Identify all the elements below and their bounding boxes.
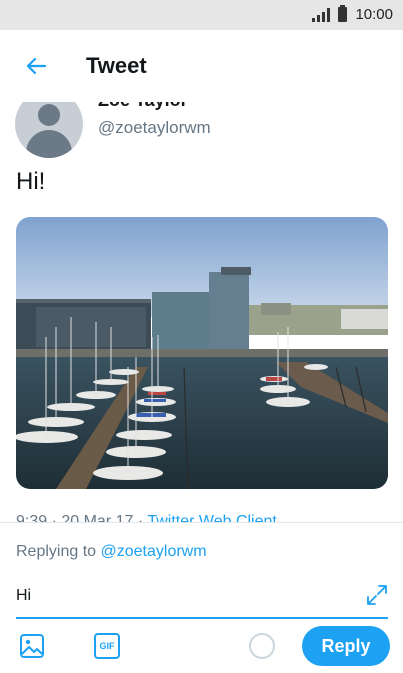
arrow-left-icon <box>26 57 47 75</box>
add-image-button[interactable] <box>19 633 45 659</box>
author-name[interactable]: Zoe Taylor <box>98 102 188 111</box>
reply-input[interactable] <box>16 577 356 615</box>
tweet-client-link[interactable]: Twitter Web Client <box>147 513 277 522</box>
back-button[interactable] <box>16 46 56 86</box>
tweet-text: Hi! <box>16 168 46 195</box>
author-handle[interactable]: @zoetaylorwm <box>98 118 211 138</box>
tweet-meta: 9:39 · 20 Mar 17 · Twitter Web Client <box>16 513 277 522</box>
replying-to-handle[interactable]: @zoetaylorwm <box>101 543 207 560</box>
battery-icon <box>338 5 348 22</box>
status-bar: 10:00 <box>0 0 403 30</box>
replying-to-label: Replying to <box>16 543 101 560</box>
reply-composer: Replying to @zoetaylorwm GIF Reply <box>0 522 403 673</box>
image-icon <box>20 634 44 658</box>
reply-button[interactable]: Reply <box>302 626 390 666</box>
signal-icon <box>312 7 331 22</box>
status-icons: 10:00 <box>312 5 393 23</box>
page-title: Tweet <box>86 53 147 78</box>
expand-button[interactable] <box>365 583 389 607</box>
tweet-timestamp: 9:39 · 20 Mar 17 · <box>16 513 148 522</box>
tweet-photo[interactable] <box>16 217 388 489</box>
replying-to: Replying to @zoetaylorwm <box>16 543 207 561</box>
app-bar: Tweet <box>0 30 403 102</box>
status-time: 10:00 <box>355 6 393 23</box>
tweet-detail: Zoe Taylor @zoetaylorwm Hi! <box>0 102 403 522</box>
character-count-ring <box>249 633 275 659</box>
input-underline <box>16 617 388 619</box>
composer-toolbar: GIF Reply <box>0 623 403 671</box>
add-gif-button[interactable]: GIF <box>94 633 120 659</box>
avatar[interactable] <box>15 102 83 158</box>
expand-icon <box>367 585 387 605</box>
